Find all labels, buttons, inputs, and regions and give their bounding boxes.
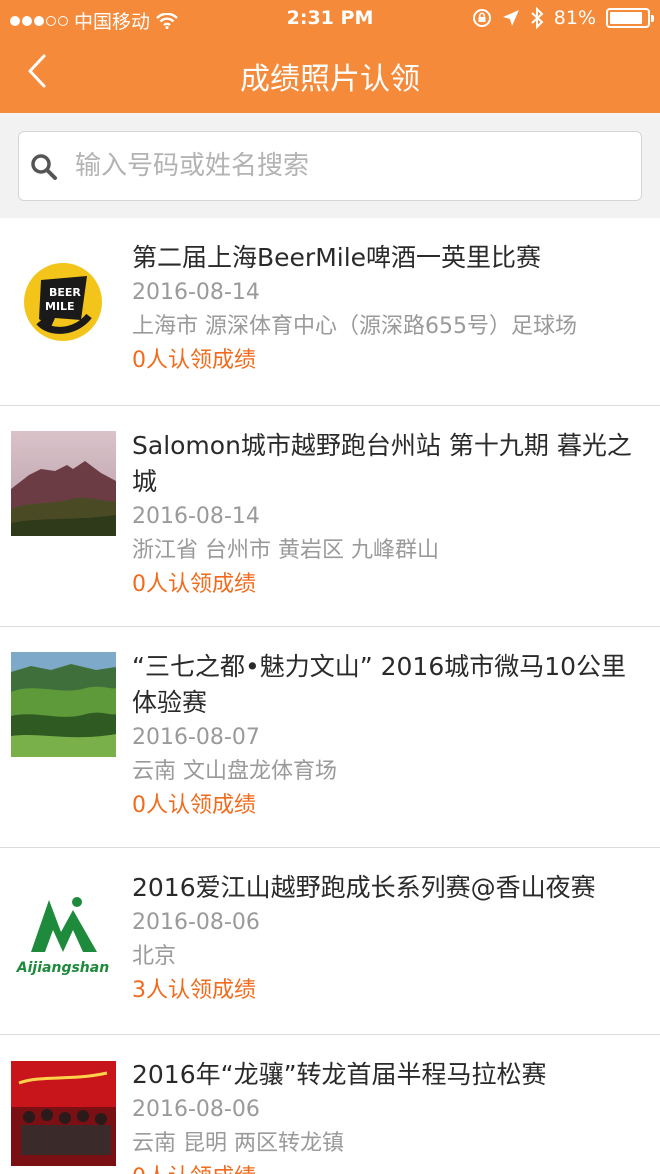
rotation-lock-icon (472, 9, 491, 27)
event-list: BEER MILE 第二届上海BeerMile啤酒一英里比赛 2016-08-1… (0, 218, 660, 1174)
event-date: 2016-08-06 (132, 910, 260, 935)
page-title: 成绩照片认领 (240, 62, 420, 97)
event-title: “三七之都•魅力文山” 2016城市微马10公里体验赛 (132, 652, 627, 717)
event-thumbnail (11, 431, 116, 536)
bluetooth-icon (531, 7, 544, 29)
event-item[interactable]: BEER MILE 第二届上海BeerMile啤酒一英里比赛 2016-08-1… (0, 218, 660, 406)
event-thumbnail: Aijiangshan (11, 880, 116, 985)
event-title: 2016年“龙骧”转龙首届半程马拉松赛 (132, 1060, 547, 1089)
nav-bar: 成绩照片认领 (0, 38, 660, 113)
event-location: 云南 文山盘龙体育场 (132, 759, 337, 784)
battery-percent: 81% (553, 7, 596, 29)
status-bar: 中国移动 2:31 PM 81% (0, 0, 660, 38)
search-bar (0, 113, 660, 218)
event-date: 2016-08-06 (132, 1097, 260, 1122)
search-icon (31, 154, 57, 180)
claim-count: 3人认领成绩 (132, 978, 256, 1003)
event-item[interactable]: 2016年“龙骧”转龙首届半程马拉松赛 2016-08-06 云南 昆明 两区转… (0, 1035, 660, 1174)
event-date: 2016-08-07 (132, 725, 260, 750)
system-indicators: 81% (472, 7, 654, 29)
aijiangshan-logo: Aijiangshan (11, 880, 116, 985)
event-location: 浙江省 台州市 黄岩区 九峰群山 (132, 538, 439, 563)
event-item[interactable]: Aijiangshan 2016爱江山越野跑成长系列赛@香山夜赛 2016-08… (0, 848, 660, 1035)
search-input[interactable] (75, 132, 625, 199)
event-thumbnail (11, 652, 116, 757)
location-arrow-icon (502, 10, 519, 26)
search-box[interactable] (18, 131, 642, 201)
event-date: 2016-08-14 (132, 280, 260, 305)
event-title: Salomon城市越野跑台州站 第十九期 暮光之城 (132, 431, 632, 496)
svg-text:MILE: MILE (45, 300, 75, 313)
event-item[interactable]: “三七之都•魅力文山” 2016城市微马10公里体验赛 2016-08-07 云… (0, 627, 660, 848)
svg-text:BEER: BEER (49, 286, 81, 299)
claim-count: 0人认领成绩 (132, 348, 256, 373)
claim-count: 0人认领成绩 (132, 1161, 640, 1174)
event-date: 2016-08-14 (132, 504, 260, 529)
event-location: 云南 昆明 两区转龙镇 (132, 1131, 344, 1156)
claim-count: 0人认领成绩 (132, 793, 256, 818)
event-item[interactable]: Salomon城市越野跑台州站 第十九期 暮光之城 2016-08-14 浙江省… (0, 406, 660, 627)
claim-count: 0人认领成绩 (132, 572, 256, 597)
svg-text:Aijiangshan: Aijiangshan (16, 960, 109, 976)
event-thumbnail: BEER MILE (11, 250, 116, 355)
event-thumbnail (11, 1061, 116, 1166)
marathon-group-photo (11, 1061, 116, 1166)
app-header: 中国移动 2:31 PM 81% 成绩照片认领 (0, 0, 660, 113)
beer-mile-logo: BEER MILE (11, 250, 116, 355)
valley-photo (11, 652, 116, 757)
event-title: 2016爱江山越野跑成长系列赛@香山夜赛 (132, 873, 596, 902)
mountain-photo (11, 431, 116, 536)
event-title: 第二届上海BeerMile啤酒一英里比赛 (132, 243, 542, 272)
event-location: 北京 (132, 944, 177, 969)
battery-icon (606, 8, 654, 28)
event-location: 上海市 源深体育中心（源深路655号）足球场 (132, 314, 577, 339)
